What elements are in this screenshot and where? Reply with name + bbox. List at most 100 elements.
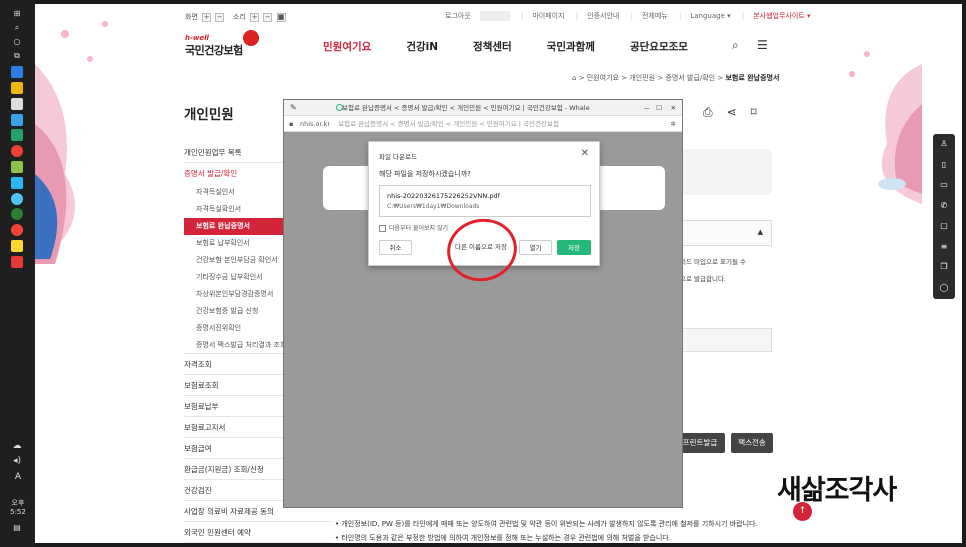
app4-icon[interactable] — [11, 208, 23, 220]
cancel-button[interactable]: 취소 — [379, 240, 412, 255]
url-path: 보험료 완납증명서 < 증명서 발급/확인 < 개인민원 < 민원여기요 | 국… — [338, 120, 559, 128]
monitor-icon[interactable]: ▭ — [933, 175, 955, 196]
search-icon[interactable]: ⌕ — [11, 22, 23, 34]
copy-icon[interactable]: ❐ — [933, 257, 955, 278]
minimize-icon[interactable]: — — [644, 100, 651, 115]
watermark-signature: 새삶조각사 — [777, 475, 897, 506]
notepad-icon[interactable] — [11, 98, 23, 110]
address-bar[interactable]: ▪ nhis.or.kr 보험료 완납증명서 < 증명서 발급/확인 < 개인민… — [284, 116, 682, 132]
quick-menu: ♙ ▯ ▭ ✆ ▢ ≡ ❐ ◯ — [933, 134, 955, 299]
chat-icon[interactable]: ◯ — [933, 278, 955, 299]
dialog-title: 파일 다운로드 — [379, 153, 417, 161]
bookmark-icon[interactable]: ⌑ — [751, 105, 757, 119]
zoom-label: 화면 — [185, 13, 198, 21]
nhis-logo[interactable]: h-well 국민건강보험 — [185, 30, 259, 58]
breadcrumb-item[interactable]: 개인민원 — [629, 74, 655, 82]
volume-icon[interactable]: ◂) — [11, 455, 23, 467]
app6-icon[interactable] — [11, 256, 23, 268]
sound-control: 소리 + − ■ — [233, 12, 286, 22]
share-icon[interactable]: ⋖ — [727, 105, 737, 119]
breadcrumb-sep: > — [578, 74, 585, 82]
sitemap-link[interactable]: 전체메뉴 — [642, 12, 668, 20]
top-links: 로그아웃 | 마이페이지 | 인증서안내 | 전체메뉴 | Language ▾ | 본사… — [445, 11, 811, 21]
menu-icon[interactable]: ☰ — [757, 38, 768, 52]
content-panel — [680, 149, 772, 195]
app5-icon[interactable] — [11, 224, 23, 236]
explorer-icon[interactable] — [11, 82, 23, 94]
checkbox-icon[interactable] — [379, 225, 386, 232]
edge-icon[interactable] — [11, 66, 23, 78]
dont-ask-checkbox[interactable]: 다음부터 물어보지 않기 — [379, 223, 448, 232]
nav-item-civil[interactable]: 민원여기요 — [323, 39, 371, 54]
content-box — [680, 328, 772, 352]
fax-button[interactable]: 팩스전송 — [731, 433, 773, 453]
clock[interactable]: 오후 5:52 — [4, 498, 32, 516]
app3-icon[interactable] — [11, 193, 23, 205]
start-icon[interactable]: ⊞ — [11, 8, 23, 20]
chrome-icon[interactable] — [11, 145, 23, 157]
sound-stop-button[interactable]: ■ — [276, 12, 286, 22]
maximize-icon[interactable]: ☐ — [656, 100, 662, 115]
lnb-item[interactable]: 외국인 민원센터 예약 — [184, 522, 331, 543]
cloud-icon[interactable]: ☁ — [11, 440, 23, 452]
page-title: 개인민원 — [184, 107, 234, 123]
app2-icon[interactable] — [11, 177, 23, 189]
breadcrumb: ⌂ > 민원여기요 > 개인민원 > 증명서 발급/확인 > 보험료 완납증명서 — [572, 73, 779, 83]
cortana-icon[interactable]: ○ — [11, 36, 23, 48]
chevron-up-icon: ▲ — [757, 228, 763, 236]
kakaotalk-icon[interactable] — [11, 240, 23, 252]
form-icon[interactable]: ≡ — [933, 237, 955, 258]
nav-item-policy[interactable]: 정책센터 — [473, 39, 512, 54]
notice-line: • 타인명의 도용과 같은 부정한 방법에 의하여 개인정보를 정해 또는 누설… — [335, 534, 671, 542]
task-view-icon[interactable]: ⧉ — [11, 50, 23, 62]
mypage-link[interactable]: 마이페이지 — [532, 12, 564, 20]
sound-down-button[interactable]: − — [263, 12, 273, 22]
pin-icon[interactable]: ✎ — [290, 100, 297, 115]
logo-en: h-well — [185, 34, 209, 42]
logo-mark — [243, 30, 259, 46]
logout-link[interactable]: 로그아웃 — [445, 12, 471, 20]
nav-item-people[interactable]: 국민과함께 — [547, 39, 595, 54]
cert-link[interactable]: 인증서안내 — [587, 12, 619, 20]
content-text: 리드 미입으로 표기될 수 으로 발급합니다. — [680, 256, 772, 286]
logo-ko: 국민건강보험 — [185, 44, 243, 57]
nav-item-health[interactable]: 건강iN — [406, 39, 438, 54]
sound-up-button[interactable]: + — [250, 12, 260, 22]
checkbox-label: 다음부터 물어보지 않기 — [389, 225, 449, 232]
accordion-header[interactable]: ▲ — [680, 220, 772, 246]
open-button[interactable]: 열기 — [519, 240, 552, 255]
zoom-in-button[interactable]: + — [202, 12, 212, 22]
nav-item-about[interactable]: 공단요모조모 — [630, 39, 688, 54]
zoom-out-button[interactable]: − — [215, 12, 225, 22]
mail-icon[interactable] — [11, 114, 23, 126]
whale-icon[interactable] — [11, 129, 23, 141]
home-icon[interactable]: ⌂ — [572, 74, 576, 82]
phone-icon[interactable]: ✆ — [933, 196, 955, 217]
dialog-question: 해당 파일을 저장하시겠습니까? — [379, 170, 471, 178]
page-actions: ⎙ ⋖ ⌑ — [703, 105, 771, 120]
breadcrumb-item[interactable]: 증명서 발급/확인 — [665, 74, 715, 82]
language-select[interactable]: Language ▾ — [690, 12, 730, 20]
lock-icon[interactable]: ▢ — [933, 216, 955, 237]
notification-icon[interactable]: ▤ — [11, 522, 23, 534]
save-button[interactable]: 저장 — [557, 240, 591, 255]
print-icon[interactable]: ⎙ — [703, 105, 713, 119]
app-icon[interactable] — [11, 161, 23, 173]
portal-link[interactable]: 본사웹업무사이트 ▾ — [753, 12, 810, 20]
input-language[interactable]: A — [4, 472, 32, 482]
blossom-illustration-right — [849, 51, 922, 204]
breadcrumb-current: 보험료 완납증명서 — [725, 74, 780, 82]
user-name-redacted — [479, 11, 510, 21]
file-name: nhis-20220326175226252VNN.pdf — [387, 192, 500, 200]
breadcrumb-item[interactable]: 민원여기요 — [587, 74, 619, 82]
extension-icon[interactable]: ✲ — [671, 116, 676, 131]
document-icon[interactable]: ▯ — [933, 155, 955, 176]
notice-line: • 개인정보(ID, PW 등)를 타인에게 매매 또는 양도하여 관련법 및 … — [335, 520, 758, 528]
sound-label: 소리 — [233, 13, 246, 21]
url-host: nhis.or.kr — [300, 120, 331, 128]
search-icon[interactable]: ⌕ — [732, 38, 739, 53]
close-icon[interactable]: ✕ — [581, 148, 589, 159]
user-icon[interactable]: ♙ — [933, 134, 955, 155]
window-title: 보험료 완납증명서 < 증명서 발급/확인 < 개인민원 < 민원여기요 | 국… — [342, 104, 590, 112]
close-icon[interactable]: ✕ — [671, 100, 676, 115]
